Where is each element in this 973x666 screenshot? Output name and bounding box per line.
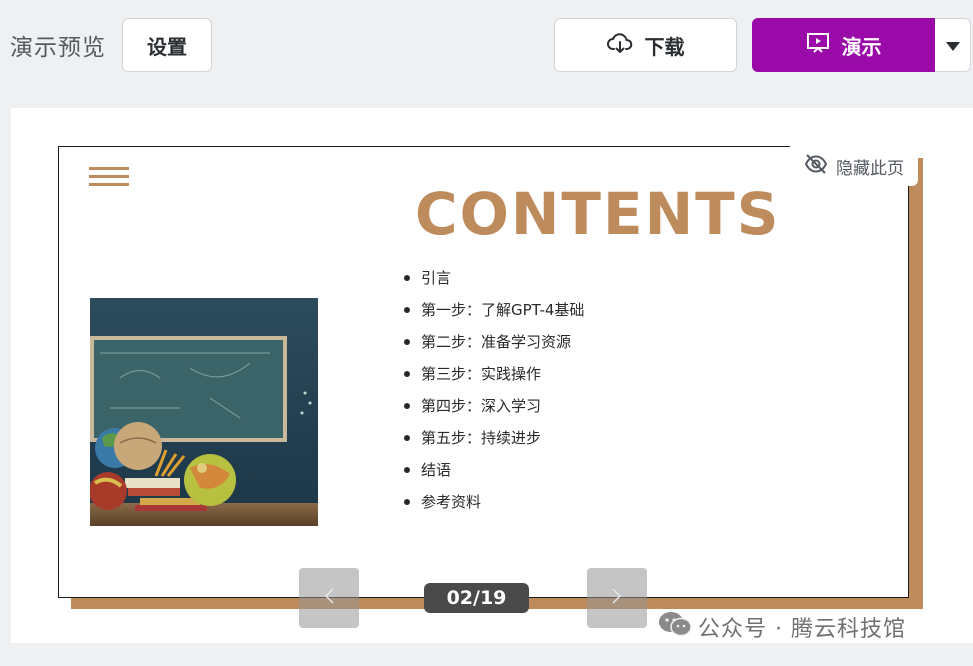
list-item: 结语 (404, 454, 584, 486)
cloud-download-icon (606, 32, 633, 59)
next-slide-button[interactable] (587, 568, 647, 628)
present-label: 演示 (841, 34, 882, 59)
hide-page-label: 隐藏此页 (836, 158, 904, 179)
classroom-image (90, 298, 318, 526)
chevron-left-icon (323, 587, 335, 609)
list-item: 第二步：准备学习资源 (404, 326, 584, 358)
list-item: 第一步：了解GPT-4基础 (404, 294, 584, 326)
contents-list: 引言 第一步：了解GPT-4基础 第二步：准备学习资源 第三步：实践操作 第四步… (404, 262, 584, 518)
download-label: 下载 (644, 34, 685, 59)
list-item: 引言 (404, 262, 584, 294)
chevron-right-icon (611, 587, 623, 609)
list-item: 第五步：持续进步 (404, 422, 584, 454)
watermark-text: 公众号 · 腾云科技馆 (698, 617, 906, 642)
hide-page-button[interactable]: 隐藏此页 (790, 146, 918, 186)
settings-button[interactable]: 设置 (122, 18, 212, 72)
list-item: 第四步：深入学习 (404, 390, 584, 422)
slide-menu-decoration (89, 167, 129, 187)
top-toolbar: 演示预览 设置 下载 演示 (0, 0, 973, 100)
list-item: 第三步：实践操作 (404, 358, 584, 390)
list-item: 参考资料 (404, 486, 584, 518)
presentation-icon (806, 32, 830, 59)
present-button[interactable]: 演示 (752, 18, 935, 72)
download-button[interactable]: 下载 (554, 18, 737, 72)
wechat-icon (658, 611, 692, 643)
watermark: 公众号 · 腾云科技馆 (658, 612, 906, 642)
preview-title: 演示预览 (10, 35, 106, 61)
previous-slide-button[interactable] (299, 568, 359, 628)
present-options-dropdown[interactable] (935, 18, 971, 72)
slide-title: CONTENTS (415, 180, 781, 248)
caret-down-icon (945, 36, 960, 55)
page-counter: 02/19 (424, 583, 529, 613)
eye-off-icon (804, 153, 828, 179)
